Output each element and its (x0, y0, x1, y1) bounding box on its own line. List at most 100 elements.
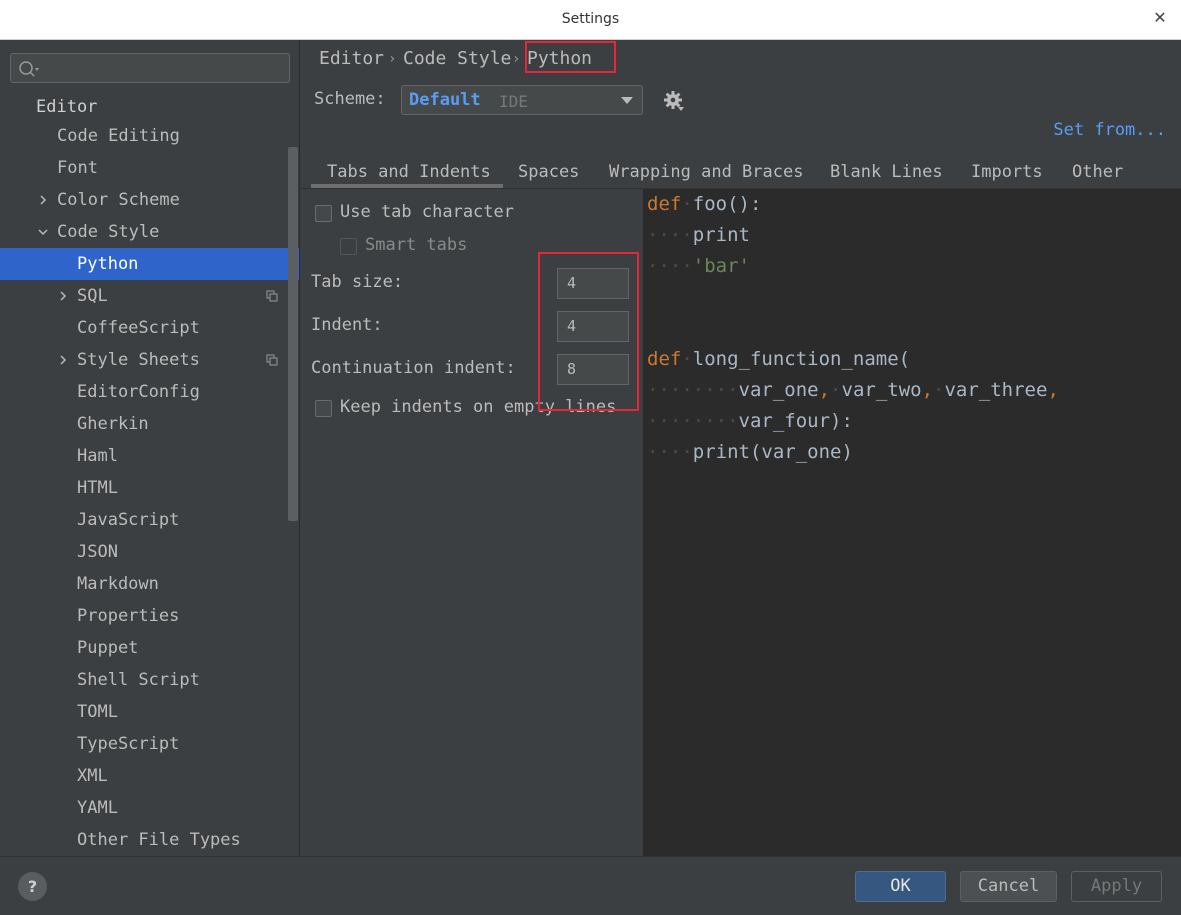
sidebar-item-label: Haml (77, 446, 118, 466)
use-tab-character-label: Use tab character (340, 202, 514, 222)
code-line: ········var_four): (647, 410, 853, 432)
settings-content: Editor › Code Style › Python Scheme: Def… (301, 40, 1181, 856)
sidebar-item-label: Editor (36, 97, 98, 117)
indent-label: Indent: (311, 315, 383, 335)
scheme-name: Default (409, 90, 481, 110)
sidebar-item-label: TypeScript (77, 734, 180, 754)
sidebar-item-editor[interactable]: Editor (0, 91, 299, 123)
sidebar-item-label: CoffeeScript (77, 318, 200, 338)
sidebar-item-json[interactable]: JSON (0, 536, 299, 568)
sidebar-item-properties[interactable]: Properties (0, 600, 299, 632)
breadcrumb-item[interactable]: Editor (319, 48, 384, 69)
sidebar-item-yaml[interactable]: YAML (0, 792, 299, 824)
sidebar-item-other-file-types[interactable]: Other File Types (0, 824, 299, 856)
code-line: ········var_one,·var_two,·var_three, (647, 379, 1059, 401)
search-input[interactable] (10, 53, 290, 83)
continuation-indent-label: Continuation indent: (311, 358, 516, 378)
tab-wrapping-and-braces[interactable]: Wrapping and Braces (609, 158, 803, 188)
settings-sidebar: Editor Code Editing Font Color Scheme Co… (0, 40, 300, 856)
sidebar-item-label: Font (57, 158, 98, 178)
scheme-dropdown[interactable]: Default IDE (401, 85, 643, 115)
scheme-kind: IDE (499, 92, 528, 111)
sidebar-item-label: TOML (77, 702, 118, 722)
chevron-right-icon[interactable] (37, 194, 49, 206)
sidebar-item-code-editing[interactable]: Code Editing (0, 120, 299, 152)
sidebar-item-javascript[interactable]: JavaScript (0, 504, 299, 536)
set-from-link[interactable]: Set from... (1053, 120, 1166, 140)
sidebar-item-xml[interactable]: XML (0, 760, 299, 792)
dialog-footer: ? OK Cancel Apply (0, 856, 1181, 915)
sidebar-item-typescript[interactable]: TypeScript (0, 728, 299, 760)
sidebar-item-label: Puppet (77, 638, 139, 658)
sidebar-item-editorconfig[interactable]: EditorConfig (0, 376, 299, 408)
sidebar-item-label: Code Editing (57, 126, 180, 146)
keep-indents-checkbox[interactable] (315, 400, 332, 417)
sidebar-item-label: Other File Types (77, 830, 241, 850)
close-icon[interactable]: ✕ (1151, 8, 1169, 30)
tab-spaces[interactable]: Spaces (518, 158, 579, 188)
sidebar-item-style-sheets[interactable]: Style Sheets (0, 344, 299, 376)
sidebar-item-markdown[interactable]: Markdown (0, 568, 299, 600)
tab-tabs-and-indents[interactable]: Tabs and Indents (311, 158, 503, 188)
sidebar-item-label: Code Style (57, 222, 160, 242)
help-button[interactable]: ? (18, 872, 47, 901)
sidebar-item-label: Properties (77, 606, 180, 626)
use-tab-character-checkbox[interactable] (315, 205, 332, 222)
sidebar-item-haml[interactable]: Haml (0, 440, 299, 472)
tab-bar: Tabs and Indents Spaces Wrapping and Bra… (301, 158, 1181, 190)
code-line: def·long_function_name( (647, 348, 911, 370)
sidebar-item-label: HTML (77, 478, 118, 498)
sidebar-item-shell-script[interactable]: Shell Script (0, 664, 299, 696)
sidebar-item-font[interactable]: Font (0, 152, 299, 184)
sidebar-item-label: EditorConfig (77, 382, 200, 402)
sidebar-item-label: Gherkin (77, 414, 149, 434)
tab-blank-lines[interactable]: Blank Lines (830, 158, 943, 188)
sidebar-item-label: SQL (77, 286, 108, 306)
sidebar-item-label: Python (77, 254, 139, 274)
sidebar-item-python[interactable]: Python (0, 248, 299, 280)
scheme-label: Scheme: (314, 89, 386, 109)
chevron-right-icon[interactable] (57, 354, 69, 366)
chevron-right-icon[interactable] (57, 290, 69, 302)
code-line: def·foo(): (647, 193, 762, 215)
apply-button[interactable]: Apply (1071, 871, 1162, 902)
breadcrumb-item[interactable]: Code Style (403, 48, 511, 69)
code-line: ····print (647, 224, 750, 246)
title-bar: Settings ✕ (0, 0, 1181, 40)
sidebar-item-gherkin[interactable]: Gherkin (0, 408, 299, 440)
sidebar-scrollbar[interactable] (288, 147, 298, 521)
sidebar-item-label: JSON (77, 542, 118, 562)
highlight-box (525, 41, 616, 73)
options-panel: Use tab character Smart tabs Tab size: 4… (301, 189, 643, 856)
ok-button[interactable]: OK (855, 871, 946, 902)
code-preview: def·foo(): ····print ····'bar' def·long_… (643, 189, 1181, 856)
chevron-down-icon[interactable] (37, 226, 49, 238)
sidebar-item-coffeescript[interactable]: CoffeeScript (0, 312, 299, 344)
sidebar-item-color-scheme[interactable]: Color Scheme (0, 184, 299, 216)
dropdown-arrow-icon (621, 97, 633, 104)
sidebar-item-label: JavaScript (77, 510, 180, 530)
sidebar-item-label: Style Sheets (77, 350, 200, 370)
sidebar-item-code-style[interactable]: Code Style (0, 216, 299, 248)
sidebar-item-label: XML (77, 766, 108, 786)
cancel-button[interactable]: Cancel (960, 871, 1057, 902)
sidebar-item-label: YAML (77, 798, 118, 818)
search-icon (19, 61, 39, 77)
sidebar-item-puppet[interactable]: Puppet (0, 632, 299, 664)
sidebar-item-label: Color Scheme (57, 190, 180, 210)
code-line: ····'bar' (647, 255, 750, 277)
sidebar-item-toml[interactable]: TOML (0, 696, 299, 728)
highlight-box (538, 252, 639, 411)
project-scheme-icon (266, 290, 278, 302)
tab-imports[interactable]: Imports (971, 158, 1043, 188)
tab-other[interactable]: Other (1072, 158, 1123, 188)
window-title: Settings (561, 11, 620, 27)
tab-size-label: Tab size: (311, 272, 404, 292)
gear-icon[interactable] (663, 90, 685, 112)
breadcrumb-separator: › (512, 51, 521, 67)
sidebar-item-sql[interactable]: SQL (0, 280, 299, 312)
sidebar-item-html[interactable]: HTML (0, 472, 299, 504)
smart-tabs-checkbox[interactable] (340, 238, 357, 255)
sidebar-item-label: Shell Script (77, 670, 200, 690)
project-scheme-icon (266, 354, 278, 366)
